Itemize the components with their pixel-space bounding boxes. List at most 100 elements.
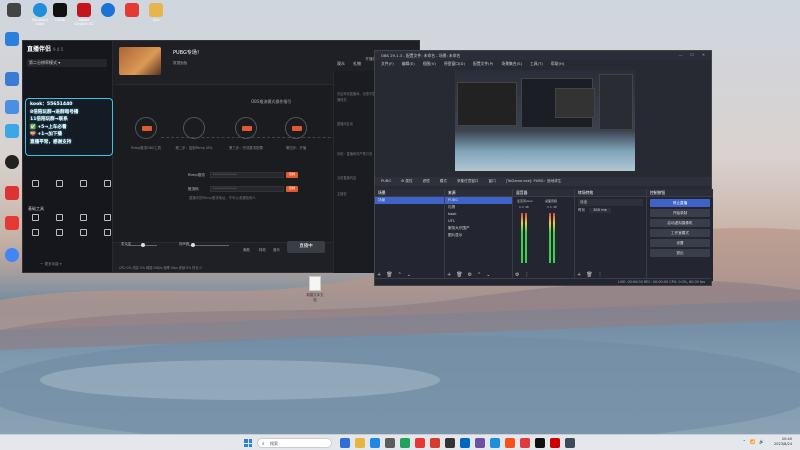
mic-slider[interactable]: [127, 243, 157, 247]
taskbar-app-icon[interactable]: [565, 438, 575, 448]
virtual-camera-button[interactable]: 启动虚拟摄像机: [650, 219, 710, 227]
transition-select[interactable]: 淡出: [578, 199, 643, 206]
desktop-icon[interactable]: [0, 32, 24, 47]
taskbar-app-icon[interactable]: [475, 438, 485, 448]
obs-preview[interactable]: [455, 70, 635, 171]
desktop-file[interactable]: 新建文本文档: [305, 276, 325, 302]
source-item[interactable]: kook: [445, 211, 512, 218]
source-item[interactable]: 图片显示: [445, 232, 512, 239]
clock[interactable]: 20:40 2023/8/24: [774, 437, 792, 447]
maximize-icon[interactable]: ☐: [690, 52, 693, 57]
live-status-button[interactable]: 直播中: [287, 241, 325, 253]
filters-button[interactable]: 滤镜: [423, 179, 430, 184]
rtmp-url-field[interactable]: **************: [210, 172, 284, 178]
taskbar-app-icon[interactable]: [370, 438, 380, 448]
scene-item[interactable]: 场景: [375, 197, 444, 204]
menu-scene-collection[interactable]: 场景集合(S): [501, 61, 522, 67]
menu-edit[interactable]: 编辑(E): [402, 61, 415, 67]
start-button[interactable]: [244, 439, 252, 447]
source-item[interactable]: UTL: [445, 218, 512, 225]
tab-gifts[interactable]: 礼物: [353, 61, 361, 67]
taskbar-app-icon[interactable]: [505, 438, 515, 448]
taskbar-app-icon[interactable]: [340, 438, 350, 448]
taskbar-app-icon[interactable]: [460, 438, 470, 448]
tab-audience[interactable]: 观众: [337, 61, 345, 67]
menu-file[interactable]: 文件(F): [381, 61, 394, 67]
taskbar-app-icon[interactable]: [415, 438, 425, 448]
tool-button[interactable]: [28, 214, 42, 222]
menu-tools[interactable]: 工具(T): [530, 61, 543, 67]
source-item[interactable]: 礼物: [445, 204, 512, 211]
minimize-icon[interactable]: —: [679, 52, 683, 57]
copy-url-button[interactable]: 复制: [286, 172, 298, 178]
tool-button[interactable]: [52, 214, 66, 222]
tool-button[interactable]: [28, 229, 42, 237]
tool-button[interactable]: [100, 214, 114, 222]
taskbar-app-icon[interactable]: [445, 438, 455, 448]
tool-button[interactable]: [76, 229, 90, 237]
desktop-icon[interactable]: [0, 100, 24, 115]
taskbar-search[interactable]: ⌕ 搜索: [257, 438, 332, 448]
copy-key-button[interactable]: 复制: [286, 186, 298, 192]
desktop-icon[interactable]: [0, 124, 24, 139]
menu-profile[interactable]: 配置文件(P): [473, 61, 493, 67]
desktop-icon-folder[interactable]: Qbs: [144, 3, 168, 22]
desktop-icon[interactable]: [0, 72, 24, 87]
slider-knob[interactable]: [191, 243, 195, 247]
taskbar-app-icon[interactable]: [490, 438, 500, 448]
speaker-slider[interactable]: [189, 243, 229, 247]
desktop-icon[interactable]: [2, 3, 26, 18]
tool-button[interactable]: [100, 180, 114, 188]
slider-knob[interactable]: [141, 243, 145, 247]
desktop-icon[interactable]: [0, 186, 24, 201]
beauty-button[interactable]: 美颜: [243, 247, 250, 252]
menu-docks[interactable]: 停靠窗口(D): [444, 61, 465, 67]
tool-button[interactable]: [76, 214, 90, 222]
tool-button[interactable]: [52, 180, 66, 188]
scene-mode-select[interactable]: 第二分辨率模式 ▾: [27, 59, 107, 67]
tool-button[interactable]: [76, 180, 90, 188]
properties-button[interactable]: ⚙ 属性: [401, 179, 413, 184]
taskbar-app-icon[interactable]: [550, 438, 560, 448]
taskbar-app-icon[interactable]: [400, 438, 410, 448]
taskbar-app-icon[interactable]: [520, 438, 530, 448]
tool-button[interactable]: [52, 229, 66, 237]
settings-button[interactable]: 设置: [650, 239, 710, 247]
chevron-up-icon[interactable]: ⌃: [743, 439, 746, 444]
studio-mode-button[interactable]: 工作室模式: [650, 229, 710, 237]
close-icon[interactable]: ✕: [702, 52, 705, 57]
stream-thumbnail[interactable]: [119, 47, 161, 75]
stop-streaming-button[interactable]: 停止直播: [650, 199, 710, 207]
desktop-icon[interactable]: [0, 216, 24, 231]
stream-title[interactable]: PUBG专场！: [173, 49, 202, 56]
desktop-icon-acrobat[interactable]: Adobe Acrobat DC: [72, 3, 96, 26]
more-features-button[interactable]: 一 更多功能 ▾: [40, 262, 61, 267]
desktop-icon-k[interactable]: [96, 3, 120, 18]
capture-mode-select[interactable]: 采集任意窗口: [457, 179, 479, 184]
duration-input[interactable]: 300 ms: [589, 208, 611, 213]
source-item[interactable]: PUBG: [445, 197, 512, 204]
stream-key-field[interactable]: **************: [210, 186, 284, 192]
window-select[interactable]: [TslGame.exe]: PUBG：绝地求生: [506, 179, 562, 184]
menu-help[interactable]: 帮助(H): [551, 61, 564, 67]
music-button[interactable]: 音乐: [273, 247, 280, 252]
exit-button[interactable]: 退出: [650, 249, 710, 257]
menu-view[interactable]: 视图(V): [423, 61, 436, 67]
start-recording-button[interactable]: 开始录制: [650, 209, 710, 217]
desktop-icon-red[interactable]: [120, 3, 144, 18]
desktop-icon-tiktok[interactable]: TikTok: [48, 3, 72, 22]
taskbar-app-icon[interactable]: [430, 438, 440, 448]
taskbar-app-icon[interactable]: [355, 438, 365, 448]
effects-button[interactable]: 特效: [259, 247, 266, 252]
taskbar-app-icon[interactable]: [385, 438, 395, 448]
tool-button[interactable]: [28, 180, 42, 188]
volume-icon[interactable]: 🔊: [759, 439, 764, 444]
taskbar-app-icon[interactable]: [535, 438, 545, 448]
desktop-icon-chrome[interactable]: [0, 248, 24, 263]
source-item[interactable]: 服务大厅国产: [445, 225, 512, 232]
stream-key-row: 推流码 ************** 复制: [188, 186, 298, 192]
desktop-icon[interactable]: [0, 155, 24, 170]
wifi-icon[interactable]: 📶: [750, 439, 755, 444]
tool-icon: [55, 229, 63, 236]
tool-button[interactable]: [100, 229, 114, 237]
